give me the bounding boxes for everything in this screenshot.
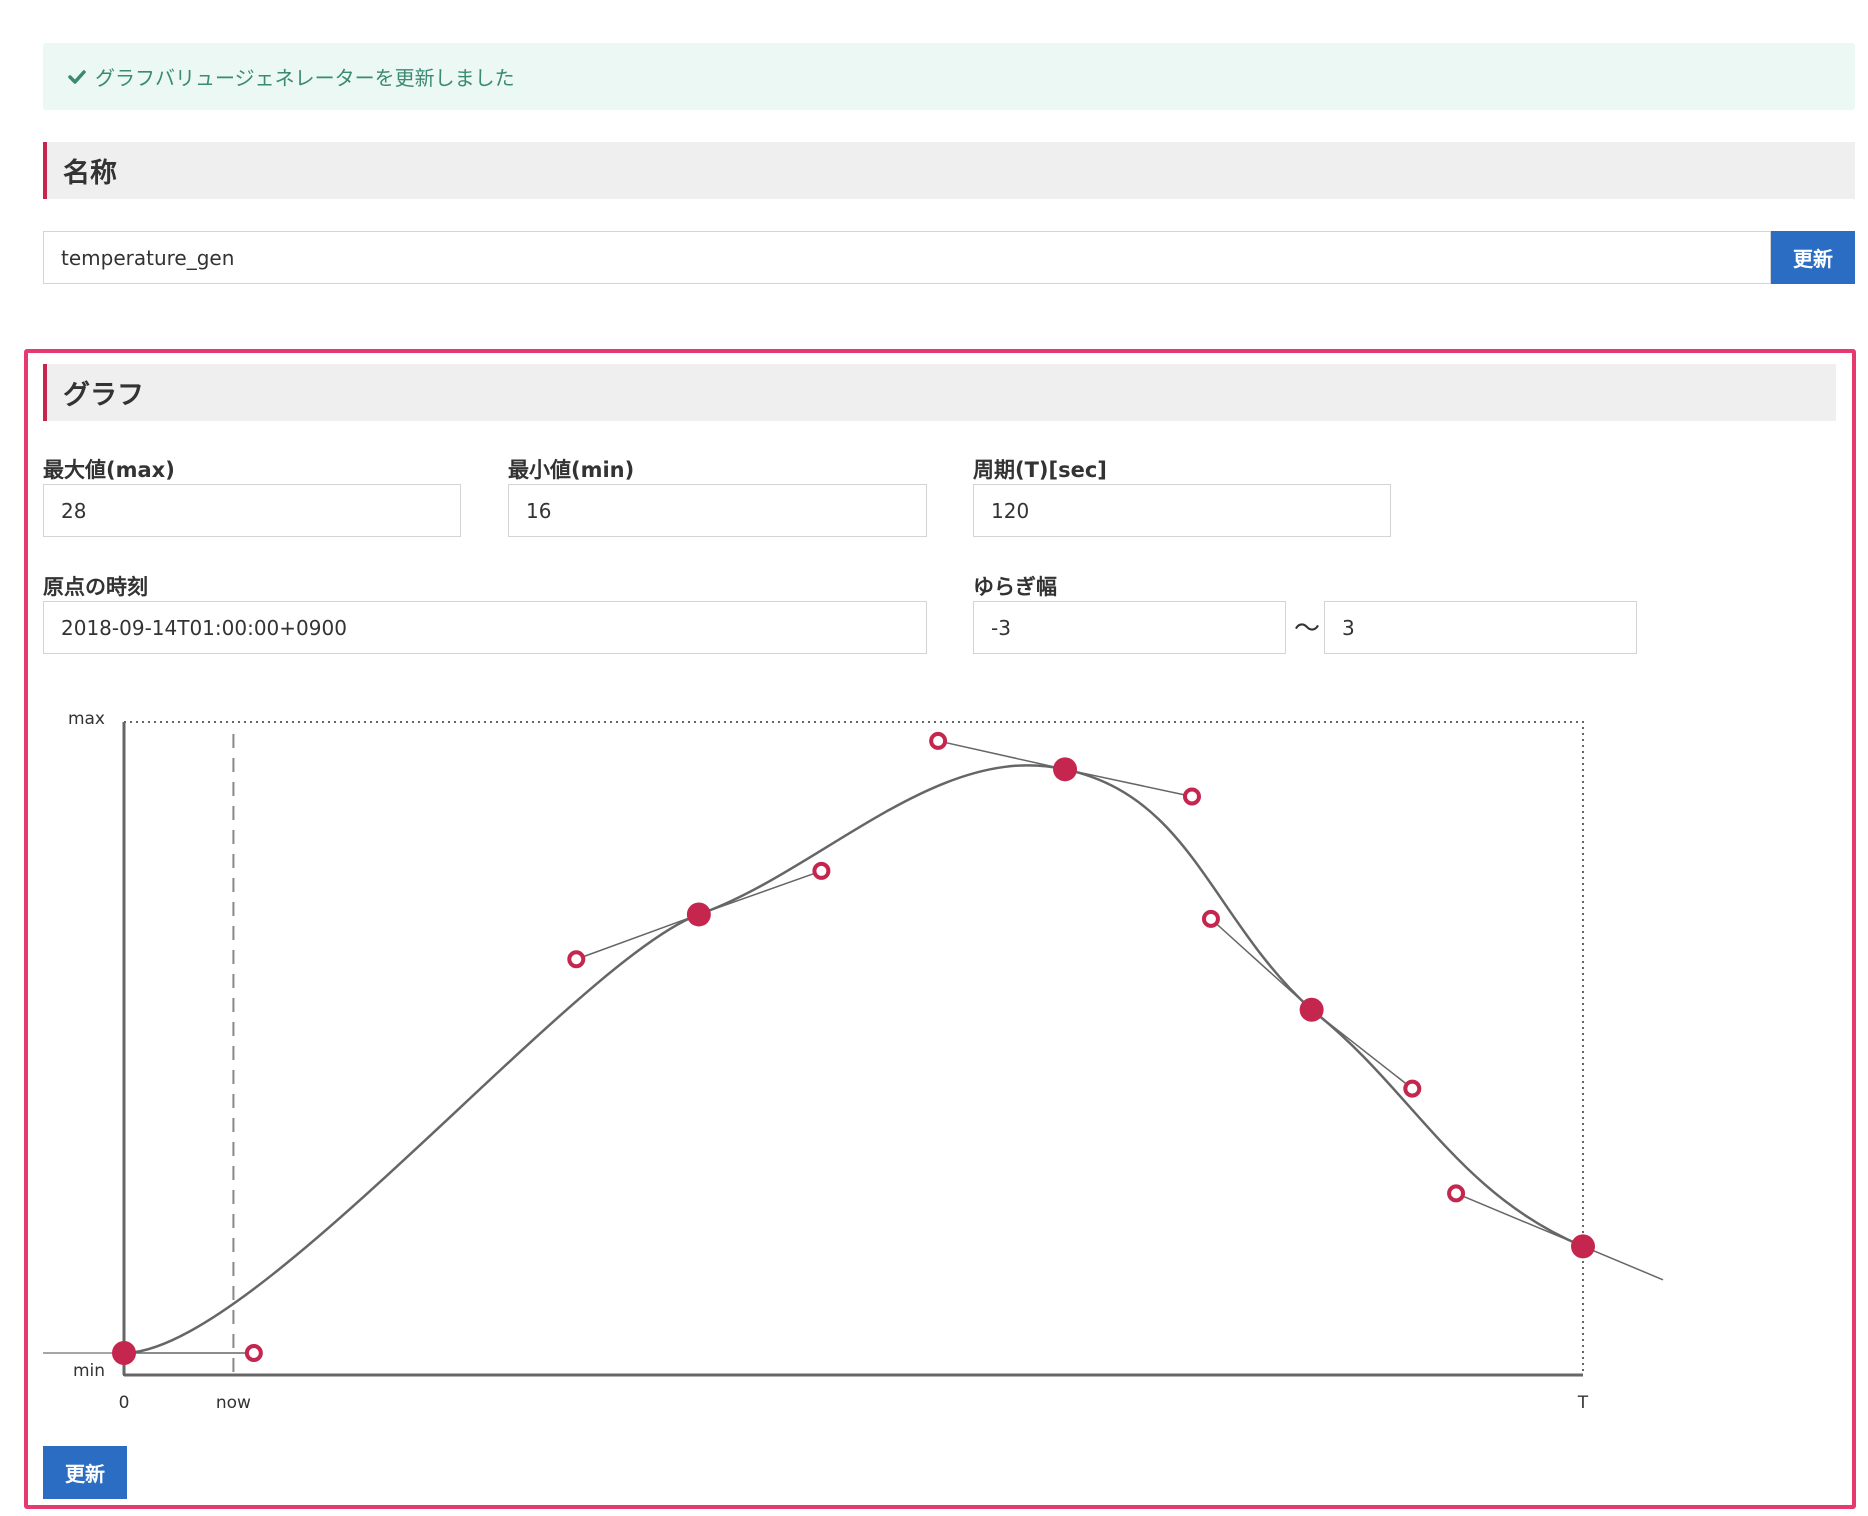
control-handle[interactable]	[1201, 909, 1220, 928]
control-handle[interactable]	[567, 950, 586, 969]
anchor-point[interactable]	[1299, 997, 1324, 1022]
anchor-points	[112, 757, 1595, 1365]
handle-lines	[124, 740, 1584, 1354]
control-handle[interactable]	[244, 1344, 263, 1362]
x-label-zero: 0	[119, 1393, 130, 1413]
anchor-point[interactable]	[1053, 757, 1078, 782]
value-curve	[123, 764, 1584, 1355]
value-curve-chart: max min 0 now T	[43, 709, 1664, 1413]
control-handle[interactable]	[1182, 787, 1201, 806]
control-handle[interactable]	[812, 861, 831, 880]
plot-frame	[123, 721, 1584, 1376]
handle-points	[244, 731, 1466, 1362]
control-handle[interactable]	[929, 731, 948, 750]
x-label-now: now	[216, 1393, 251, 1413]
anchor-point[interactable]	[686, 902, 711, 927]
anchor-point[interactable]	[1571, 1234, 1595, 1259]
graph-update-button[interactable]: 更新	[43, 1446, 127, 1499]
control-handle[interactable]	[1447, 1184, 1466, 1203]
control-handle[interactable]	[1403, 1079, 1422, 1098]
anchor-point[interactable]	[112, 1341, 136, 1365]
curve-tail-line	[1582, 1245, 1664, 1281]
x-label-period: T	[1577, 1393, 1589, 1413]
y-label-max: max	[68, 709, 105, 729]
y-label-min: min	[73, 1361, 105, 1381]
